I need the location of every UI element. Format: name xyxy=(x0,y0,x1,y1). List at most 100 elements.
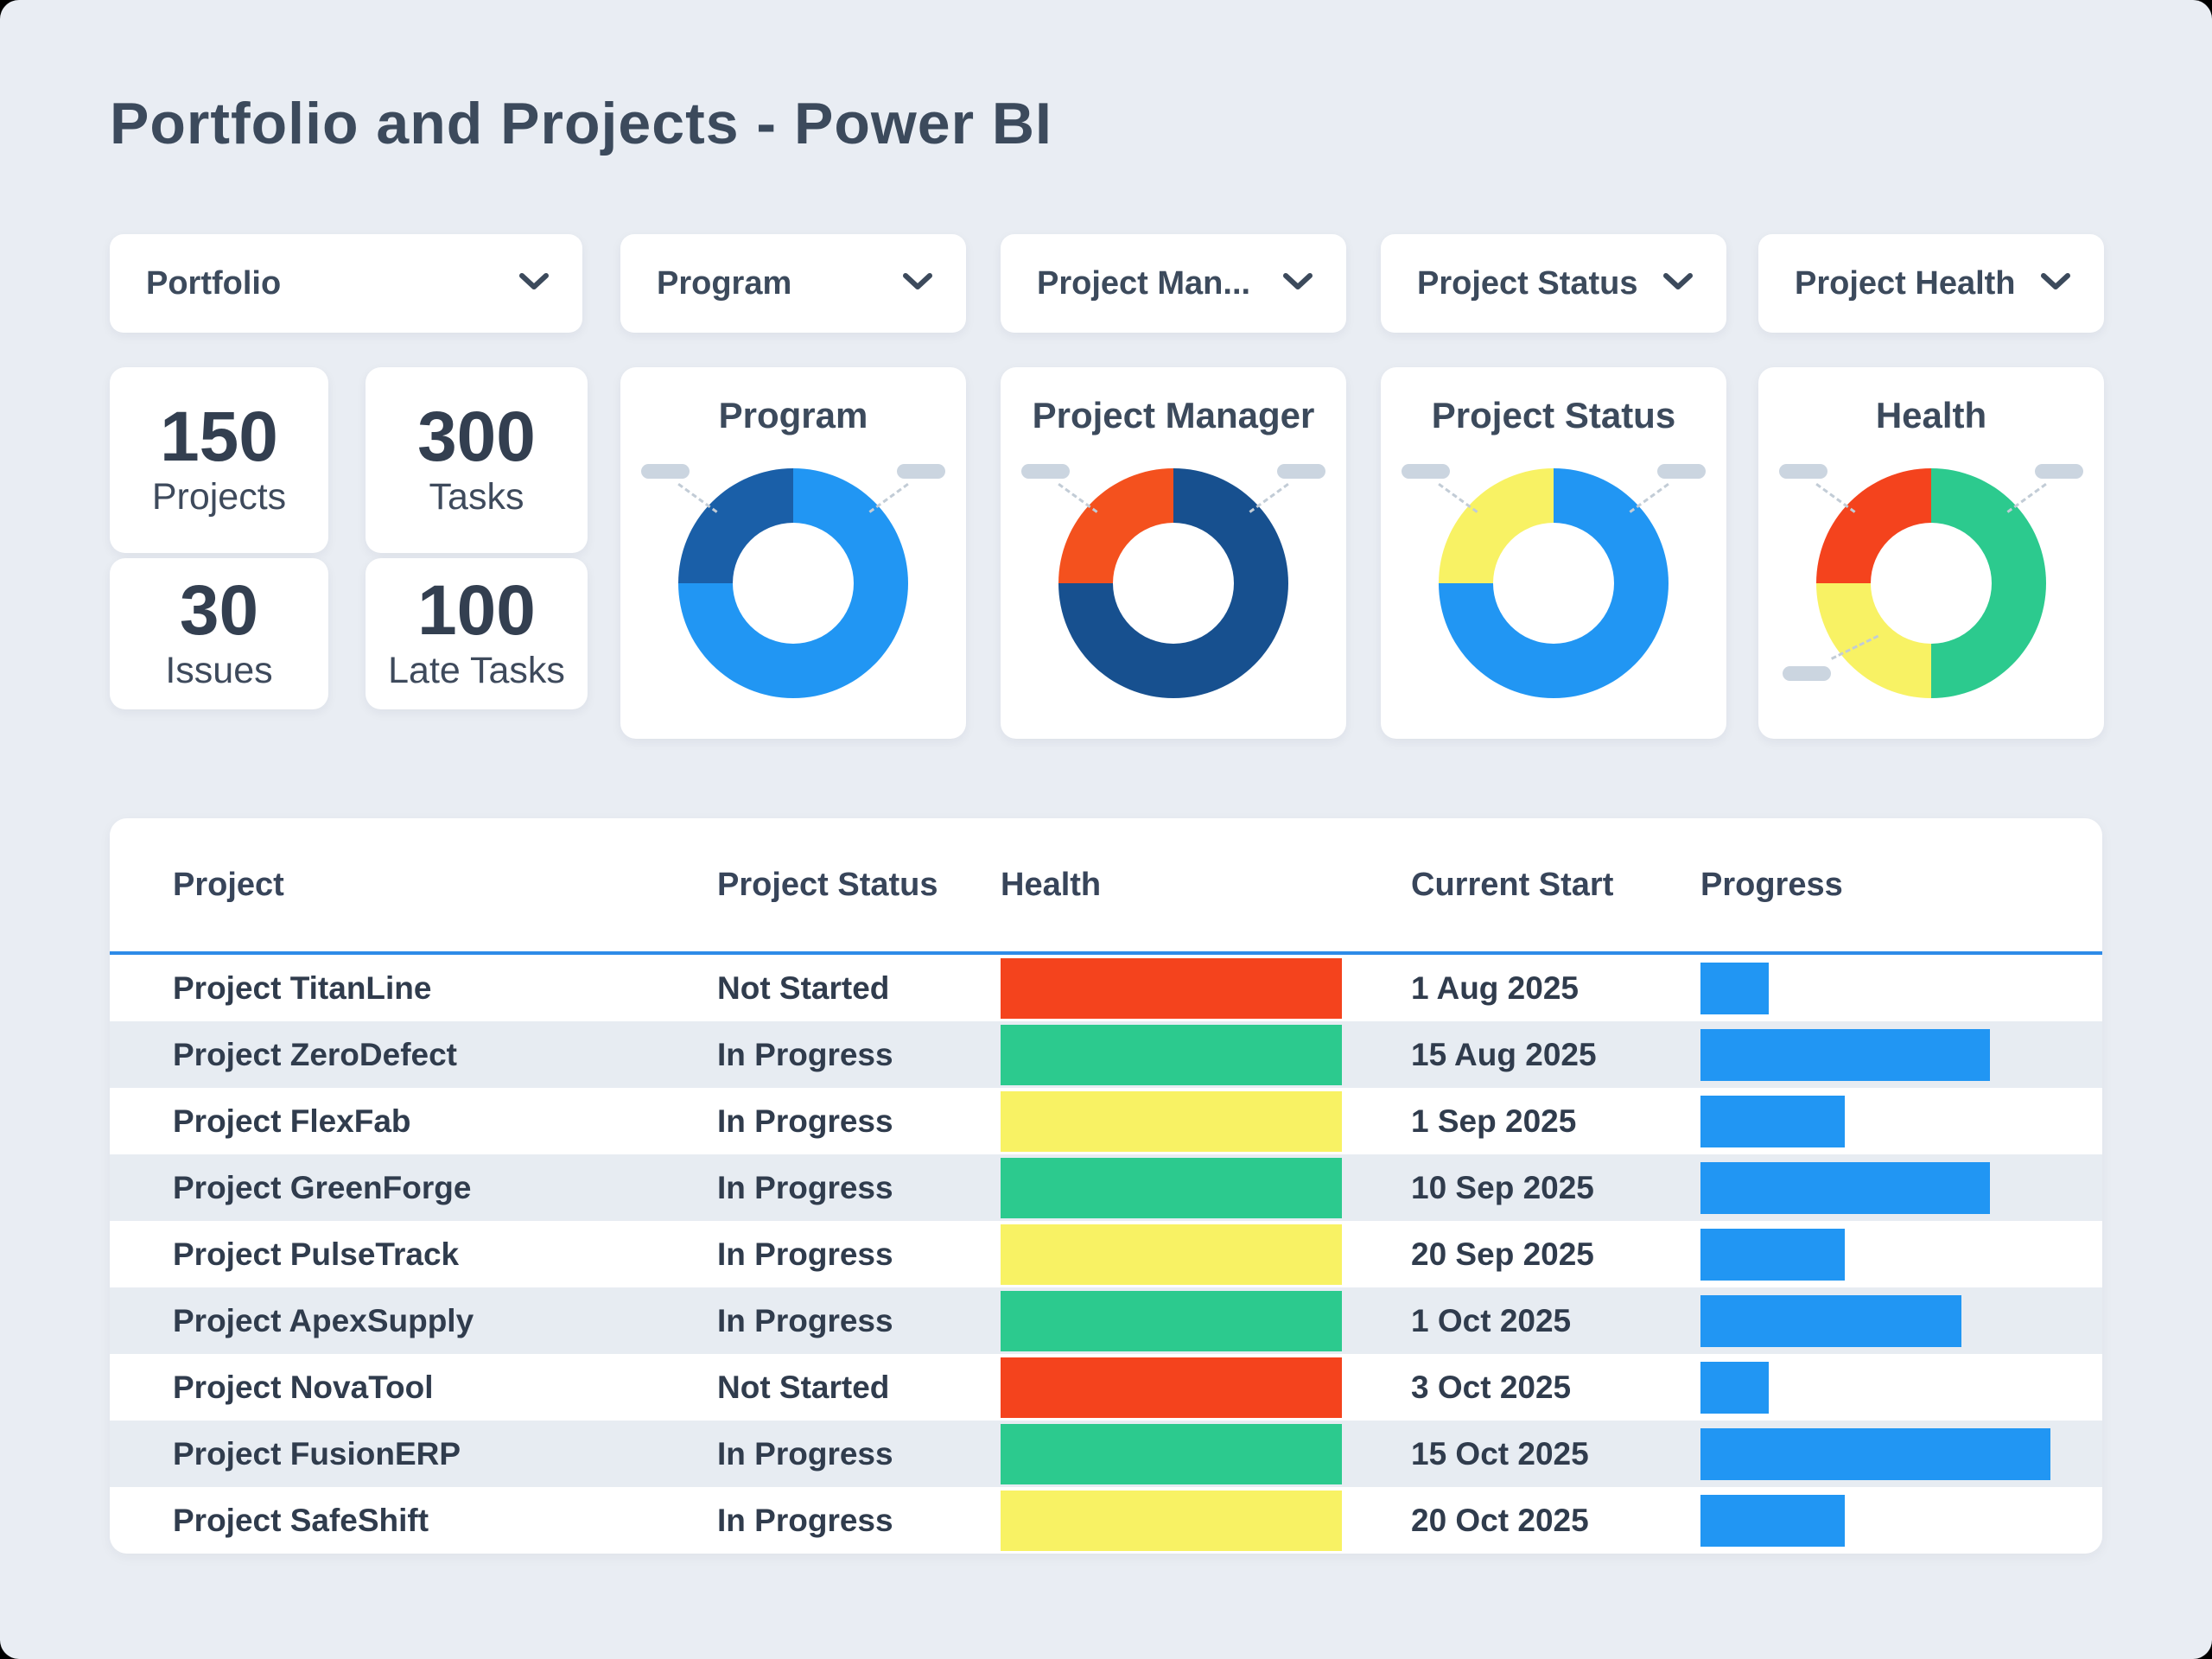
cell-status: In Progress xyxy=(717,1170,1001,1206)
table-row-project-greenforge[interactable]: Project GreenForgeIn Progress 10 Sep 2025 xyxy=(110,1154,2102,1221)
donut-chart-project-status[interactable] xyxy=(1439,468,1669,698)
donut-chart-project-manager[interactable] xyxy=(1058,468,1288,698)
kpi-card-projects: 150Projects xyxy=(110,367,328,553)
donut-card-project-manager: Project Manager xyxy=(1001,367,1346,739)
callout-label-pill xyxy=(1402,464,1450,479)
table-header-row: ProjectProject StatusHealthCurrent Start… xyxy=(110,818,2102,955)
table-row-project-fusionerp[interactable]: Project FusionERPIn Progress 15 Oct 2025 xyxy=(110,1421,2102,1487)
dashboard-panel: Portfolio and Projects - Power BI Portfo… xyxy=(0,0,2212,1659)
cell-health-bar-green xyxy=(1001,1025,1342,1085)
cell-project: Project PulseTrack xyxy=(110,1236,717,1273)
table-row-project-novatool[interactable]: Project NovaToolNot Started3 Oct 2025 xyxy=(110,1354,2102,1421)
chart-title: Project Manager xyxy=(1001,395,1346,436)
cell-progress-track xyxy=(1700,1229,2102,1281)
filter-label: Project Health xyxy=(1795,265,2016,302)
filter-dropdown-project-man[interactable]: Project Man... xyxy=(1001,234,1346,333)
kpi-card-late-tasks: 100Late Tasks xyxy=(365,558,588,709)
column-header-current-start: Current Start xyxy=(1342,867,1700,904)
cell-progress-track xyxy=(1700,1162,2102,1214)
chevron-down-icon xyxy=(518,272,550,296)
chevron-down-icon xyxy=(2040,272,2071,296)
callout-leader-line xyxy=(1630,483,1669,513)
cell-status: In Progress xyxy=(717,1103,1001,1140)
cell-status: In Progress xyxy=(717,1037,1001,1073)
callout-leader-line xyxy=(1815,483,1855,513)
filter-label: Portfolio xyxy=(146,265,281,302)
donut-hole xyxy=(1493,523,1614,644)
progress-bar xyxy=(1700,1096,1845,1147)
cell-current-start: 20 Sep 2025 xyxy=(1342,1236,1700,1273)
callout-label-pill xyxy=(1657,464,1706,479)
table-row-project-safeshift[interactable]: Project SafeShiftIn Progress20 Oct 2025 xyxy=(110,1487,2102,1554)
chevron-down-icon xyxy=(902,272,933,296)
donut-hole xyxy=(1871,523,1992,644)
cell-current-start: 20 Oct 2025 xyxy=(1342,1503,1700,1539)
chart-title: Program xyxy=(620,395,966,436)
kpi-value: 100 xyxy=(417,575,536,646)
column-header-project: Project xyxy=(110,867,717,904)
chevron-down-icon xyxy=(1282,272,1313,296)
cell-health-bar-yellow xyxy=(1001,1224,1342,1285)
cell-progress-track xyxy=(1700,1495,2102,1547)
filter-dropdown-portfolio[interactable]: Portfolio xyxy=(110,234,582,333)
cell-status: Not Started xyxy=(717,1370,1001,1406)
kpi-label: Projects xyxy=(152,476,286,518)
column-header-progress: Progress xyxy=(1700,867,2102,904)
filter-dropdown-program[interactable]: Program xyxy=(620,234,966,333)
table-row-project-apexsupply[interactable]: Project ApexSupplyIn Progress1 Oct 2025 xyxy=(110,1287,2102,1354)
chart-title: Project Status xyxy=(1381,395,1726,436)
page-title: Portfolio and Projects - Power BI xyxy=(110,90,1052,157)
cell-health-bar-green xyxy=(1001,1291,1342,1351)
table-body: Project TitanLineNot Started1 Aug 2025Pr… xyxy=(110,955,2102,1554)
table-row-project-flexfab[interactable]: Project FlexFabIn Progress1 Sep 2025 xyxy=(110,1088,2102,1154)
cell-project: Project FlexFab xyxy=(110,1103,717,1140)
filter-label: Project Status xyxy=(1417,265,1638,302)
progress-bar xyxy=(1700,963,1769,1014)
donut-card-program: Program xyxy=(620,367,966,739)
donut-card-project-status: Project Status xyxy=(1381,367,1726,739)
callout-label-pill xyxy=(1277,464,1325,479)
callout-leader-line xyxy=(2007,483,2047,513)
cell-health-bar-yellow xyxy=(1001,1491,1342,1551)
kpi-label: Issues xyxy=(165,650,272,692)
donut-hole xyxy=(733,523,854,644)
callout-label-pill xyxy=(897,464,945,479)
cell-project: Project GreenForge xyxy=(110,1170,717,1206)
cell-health-bar-red xyxy=(1001,958,1342,1019)
callout-label-pill xyxy=(1783,666,1831,681)
cell-project: Project ZeroDefect xyxy=(110,1037,717,1073)
callout-leader-line xyxy=(1249,483,1289,513)
cell-health-bar-yellow xyxy=(1001,1091,1342,1152)
cell-project: Project NovaTool xyxy=(110,1370,717,1406)
cell-health-bar-red xyxy=(1001,1357,1342,1418)
cell-current-start: 10 Sep 2025 xyxy=(1342,1170,1700,1206)
cell-status: In Progress xyxy=(717,1436,1001,1472)
cell-progress-track xyxy=(1700,1428,2102,1480)
progress-bar xyxy=(1700,1295,1961,1347)
cell-current-start: 15 Oct 2025 xyxy=(1342,1436,1700,1472)
progress-bar xyxy=(1700,1428,2050,1480)
progress-bar xyxy=(1700,1229,1845,1281)
cell-project: Project FusionERP xyxy=(110,1436,717,1472)
filter-dropdown-project-health[interactable]: Project Health xyxy=(1758,234,2104,333)
callout-leader-line xyxy=(1438,483,1478,513)
filter-dropdown-project-status[interactable]: Project Status xyxy=(1381,234,1726,333)
callout-leader-line xyxy=(1058,483,1097,513)
table-row-project-pulsetrack[interactable]: Project PulseTrackIn Progress20 Sep 2025 xyxy=(110,1221,2102,1287)
cell-progress-track xyxy=(1700,963,2102,1014)
kpi-value: 150 xyxy=(160,402,278,473)
callout-label-pill xyxy=(641,464,690,479)
cell-project: Project SafeShift xyxy=(110,1503,717,1539)
kpi-card-tasks: 300Tasks xyxy=(365,367,588,553)
callout-label-pill xyxy=(2035,464,2083,479)
cell-current-start: 1 Oct 2025 xyxy=(1342,1303,1700,1339)
cell-project: Project ApexSupply xyxy=(110,1303,717,1339)
kpi-label: Late Tasks xyxy=(388,650,565,692)
table-row-project-zerodefect[interactable]: Project ZeroDefectIn Progress15 Aug 2025 xyxy=(110,1021,2102,1088)
callout-label-pill xyxy=(1779,464,1827,479)
donut-chart-health[interactable] xyxy=(1816,468,2046,698)
donut-chart-program[interactable] xyxy=(678,468,908,698)
chart-title: Health xyxy=(1758,395,2104,436)
cell-health-bar-green xyxy=(1001,1424,1342,1484)
table-row-project-titanline[interactable]: Project TitanLineNot Started1 Aug 2025 xyxy=(110,955,2102,1021)
